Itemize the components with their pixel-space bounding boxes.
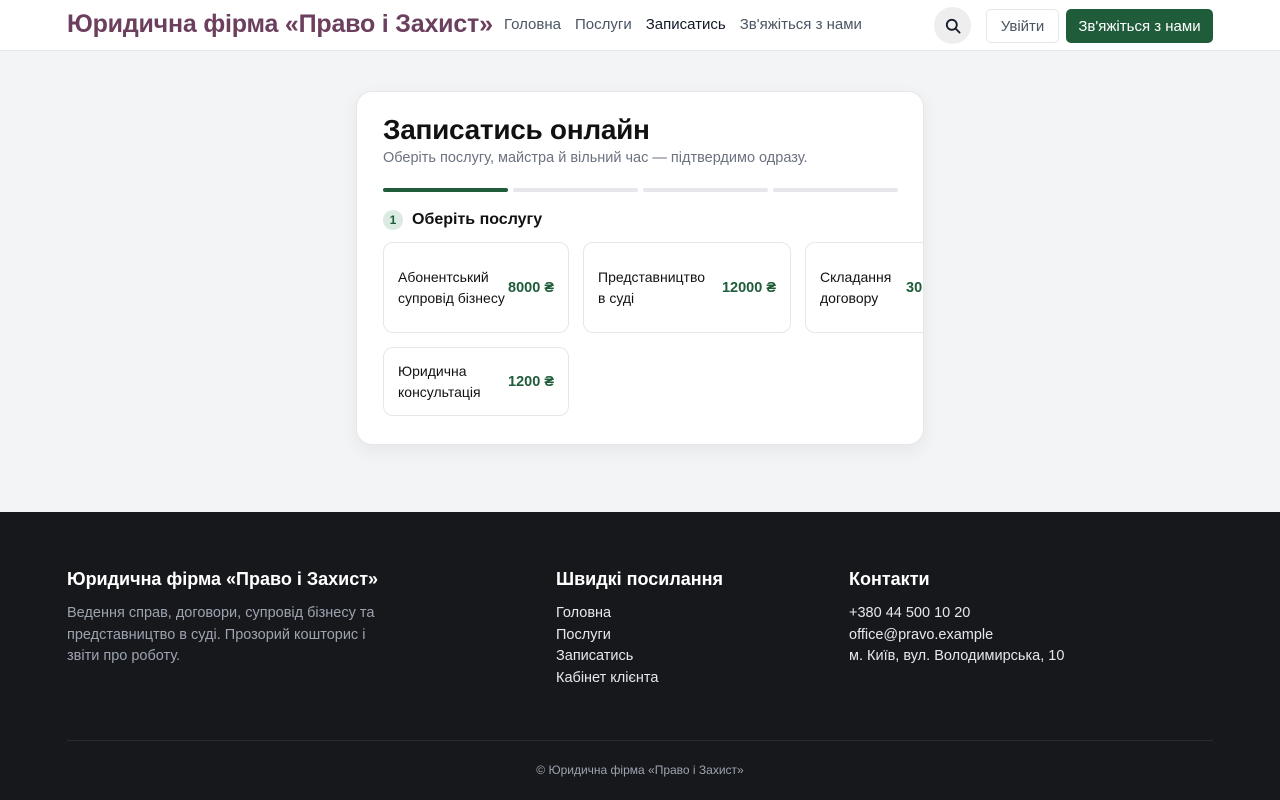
service-name: Абонентський супровід бізнесу <box>398 268 505 306</box>
footer-contacts-title: Контакти <box>849 569 930 589</box>
service-name: Складання договору <box>820 268 892 306</box>
site-footer: Юридична фірма «Право і Захист» Ведення … <box>0 512 1280 800</box>
nav-booking[interactable]: Записатись <box>646 16 726 33</box>
footer-link-services[interactable]: Послуги <box>556 625 723 647</box>
nav-home[interactable]: Головна <box>504 16 561 33</box>
progress-step-3 <box>643 188 768 192</box>
service-price: 8000 ₴ <box>508 279 554 296</box>
service-card-business-support[interactable]: Абонентський супровід бізнесу 8000 ₴ <box>383 242 569 333</box>
service-card-contract-drafting[interactable]: Складання договору 30 <box>805 242 923 333</box>
service-price: 1200 ₴ <box>508 373 554 390</box>
service-name: Представництво в суді <box>598 268 706 306</box>
search-button[interactable] <box>934 7 971 44</box>
nav-contact[interactable]: Зв'яжіться з нами <box>740 16 862 33</box>
footer-brand: Юридична фірма «Право і Захист» <box>67 569 379 589</box>
progress-step-1 <box>383 188 508 192</box>
footer-link-home[interactable]: Головна <box>556 603 723 625</box>
service-name: Юридична консультація <box>398 362 481 400</box>
footer-contacts: Контакти +380 44 500 10 20 office@pravo.… <box>849 569 1064 668</box>
progress-step-4 <box>773 188 898 192</box>
step-number-badge: 1 <box>383 210 403 230</box>
step-label: Оберіть послугу <box>412 211 543 228</box>
step-heading: 1 Оберіть послугу <box>383 210 542 230</box>
progress-step-2 <box>513 188 638 192</box>
main-nav: Головна Послуги Записатись Зв'яжіться з … <box>504 16 862 33</box>
footer-phone[interactable]: +380 44 500 10 20 <box>849 603 1064 625</box>
service-price: 12000 ₴ <box>721 279 776 296</box>
footer-divider <box>67 740 1213 741</box>
footer-email[interactable]: office@pravo.example <box>849 625 1064 647</box>
footer-links-title: Швидкі посилання <box>556 569 724 589</box>
footer-address: м. Київ, вул. Володимирська, 10 <box>849 648 1065 664</box>
search-icon <box>945 18 961 34</box>
brand-title[interactable]: Юридична фірма «Право і Захист» <box>67 10 493 39</box>
booking-card: Записатись онлайн Оберіть послугу, майст… <box>356 91 924 445</box>
service-card-legal-consultation[interactable]: Юридична консультація 1200 ₴ <box>383 347 569 416</box>
booking-subtitle: Оберіть послугу, майстра й вільний час —… <box>383 150 808 166</box>
footer-link-client-cabinet[interactable]: Кабінет клієнта <box>556 668 723 690</box>
service-price: 30 <box>906 279 923 296</box>
main-content: Записатись онлайн Оберіть послугу, майст… <box>0 51 1280 512</box>
footer-links: Швидкі посилання Головна Послуги Записат… <box>556 569 723 689</box>
login-button[interactable]: Увійти <box>986 9 1059 43</box>
nav-services[interactable]: Послуги <box>575 16 632 33</box>
contact-button[interactable]: Зв'яжіться з нами <box>1066 9 1213 43</box>
footer-about: Юридична фірма «Право і Захист» Ведення … <box>67 569 387 668</box>
booking-title: Записатись онлайн <box>383 114 650 145</box>
footer-link-booking[interactable]: Записатись <box>556 646 723 668</box>
booking-progress <box>383 188 898 192</box>
service-card-court-representation[interactable]: Представництво в суді 12000 ₴ <box>583 242 791 333</box>
site-header: Юридична фірма «Право і Захист» Головна … <box>0 0 1280 51</box>
footer-description: Ведення справ, договори, супровід бізнес… <box>67 605 375 664</box>
footer-copyright: © Юридична фірма «Право і Захист» <box>536 763 744 777</box>
